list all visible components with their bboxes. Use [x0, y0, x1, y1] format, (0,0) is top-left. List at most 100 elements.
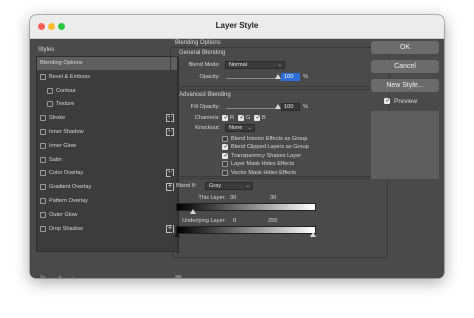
style-item-checkbox[interactable] — [40, 225, 46, 232]
style-item-color-overlay[interactable]: Color Overlay + — [37, 167, 177, 180]
style-item-checkbox[interactable] — [40, 184, 46, 191]
fill-opacity-slider[interactable] — [226, 108, 278, 110]
style-item-label: Pattern Overlay — [49, 198, 88, 204]
underlying-layer-black-thumb[interactable] — [174, 232, 180, 237]
advanced-option-label: Transparency Shapes Layer — [231, 152, 302, 159]
knockout-select[interactable]: None ⌄ — [225, 124, 255, 132]
style-item-blending-options[interactable]: Blending Options — [37, 57, 177, 70]
general-blending-title: General Blending — [179, 50, 226, 56]
style-item-label: Drop Shadow — [49, 225, 83, 232]
underlying-layer-white-thumb[interactable] — [310, 232, 316, 237]
style-item-label: Stroke — [49, 115, 66, 122]
style-item-label: Gradient Overlay — [49, 184, 92, 191]
style-item-checkbox[interactable] — [47, 101, 53, 108]
advanced-option-checkbox[interactable] — [222, 143, 229, 151]
blending-options-title: Blending Options — [175, 40, 221, 46]
blend-mode-value: Normal — [229, 62, 248, 68]
advanced-option-label: Blend Clipped Layers as Group — [231, 144, 309, 151]
style-item-label: Outer Glow — [49, 211, 78, 218]
style-item-label: Inner Shadow — [49, 129, 84, 135]
new-style-button[interactable]: New Style... — [371, 79, 439, 92]
style-item-checkbox[interactable] — [40, 115, 46, 122]
style-item-drop-shadow[interactable]: Drop Shadow + — [37, 223, 177, 236]
channel-g-label: G — [246, 115, 251, 121]
title-bar: Layer Style — [30, 15, 444, 39]
blend-mode-select[interactable]: Normal ⌄ — [225, 61, 285, 69]
style-item-label: Color Overlay — [49, 170, 84, 177]
style-item-label: Texture — [56, 101, 75, 108]
move-up-icon[interactable]: ⇡ — [57, 275, 63, 278]
advanced-option-checkbox[interactable] — [222, 161, 228, 168]
style-item-inner-glow[interactable]: Inner Glow — [37, 140, 177, 153]
styles-header: Styles — [38, 47, 55, 53]
advanced-option-label: Vector Mask Hides Effects — [231, 169, 297, 176]
advanced-option-label: Blend Interior Effects as Group — [231, 136, 308, 142]
style-item-label: Blending Options — [40, 60, 83, 66]
style-item-label: Bevel & Emboss — [49, 73, 91, 80]
this-layer-label: This Layer: — [198, 195, 226, 201]
style-item-inner-shadow[interactable]: Inner Shadow + — [37, 126, 177, 139]
style-item-satin[interactable]: Satin — [37, 154, 177, 167]
chevron-down-icon: ⌄ — [245, 183, 250, 189]
this-layer-black-thumb[interactable] — [190, 209, 196, 214]
preview-thumbnail — [371, 111, 439, 179]
fx-icon[interactable]: fx — [40, 275, 45, 278]
advanced-option-label: Layer Mask Hides Effects — [231, 161, 295, 168]
style-item-outer-glow[interactable]: Outer Glow — [37, 209, 177, 222]
trash-icon[interactable]: 🗑 — [174, 275, 183, 278]
styles-list: Blending Options Bevel & Emboss Contour Tex… — [36, 56, 179, 253]
blend-if-label: Blend If: — [176, 183, 197, 189]
style-item-checkbox[interactable] — [40, 156, 46, 163]
advanced-blending-title: Advanced Blending — [179, 92, 231, 98]
move-down-icon[interactable]: ⇣ — [70, 275, 76, 278]
channel-g-checkbox[interactable] — [238, 114, 245, 121]
style-item-label: Satin — [49, 156, 62, 163]
style-item-gradient-overlay[interactable]: Gradient Overlay + — [37, 181, 177, 194]
style-item-contour[interactable]: Contour — [37, 85, 177, 98]
channels-label: Channels: — [194, 115, 220, 121]
style-item-bevel-emboss[interactable]: Bevel & Emboss — [37, 71, 177, 84]
styles-toolbar: fx ⇡ ⇣ 🗑 — [36, 275, 184, 278]
style-item-stroke[interactable]: Stroke + — [37, 112, 177, 125]
style-item-checkbox[interactable] — [40, 211, 46, 218]
preview-label: Preview — [394, 98, 418, 105]
knockout-label: Knockout: — [195, 125, 220, 131]
advanced-option-checkbox[interactable] — [222, 136, 228, 142]
knockout-value: None — [229, 125, 243, 131]
fill-opacity-label: Fill Opacity: — [190, 104, 220, 110]
channel-b-checkbox[interactable] — [254, 114, 261, 121]
channel-r-checkbox[interactable] — [222, 114, 229, 121]
this-layer-high-value: 30 — [270, 195, 277, 201]
blend-if-value: Gray — [209, 183, 222, 189]
channel-r-label: R — [230, 115, 235, 121]
underlying-layer-gradient — [176, 226, 316, 234]
style-item-texture[interactable]: Texture — [37, 98, 177, 111]
style-item-checkbox[interactable] — [40, 198, 46, 204]
dialog-title: Layer Style — [215, 21, 259, 30]
channel-b-label: B — [262, 115, 266, 121]
style-item-checkbox[interactable] — [40, 170, 46, 177]
style-item-checkbox[interactable] — [40, 129, 46, 135]
blend-mode-label: Blend Mode: — [188, 62, 220, 68]
cancel-button[interactable]: Cancel — [371, 60, 439, 73]
ok-button[interactable]: OK — [371, 41, 439, 54]
style-item-checkbox[interactable] — [40, 73, 46, 80]
layer-style-dialog: Layer Style Styles Blending Options Bevel… — [30, 15, 444, 278]
opacity-label: Opacity: — [199, 74, 220, 80]
style-item-checkbox[interactable] — [47, 87, 53, 94]
this-layer-low-value: 30 — [230, 195, 237, 201]
opacity-slider[interactable] — [226, 78, 278, 80]
chevron-down-icon: ⌄ — [247, 125, 252, 131]
fill-opacity-input[interactable]: 100 — [281, 103, 300, 111]
advanced-option-checkbox[interactable] — [222, 169, 228, 176]
style-item-label: Contour — [56, 87, 76, 94]
chevron-down-icon: ⌄ — [277, 62, 282, 68]
style-item-checkbox[interactable] — [40, 142, 46, 149]
underlying-layer-label: Underlying Layer: — [182, 218, 226, 224]
style-item-pattern-overlay[interactable]: Pattern Overlay — [37, 195, 177, 208]
preview-checkbox[interactable] — [384, 97, 391, 104]
style-item-label: Inner Glow — [49, 142, 77, 149]
advanced-option-checkbox[interactable] — [222, 152, 229, 159]
blend-if-select[interactable]: Gray ⌄ — [205, 182, 253, 190]
opacity-input[interactable]: 100 — [281, 73, 300, 81]
